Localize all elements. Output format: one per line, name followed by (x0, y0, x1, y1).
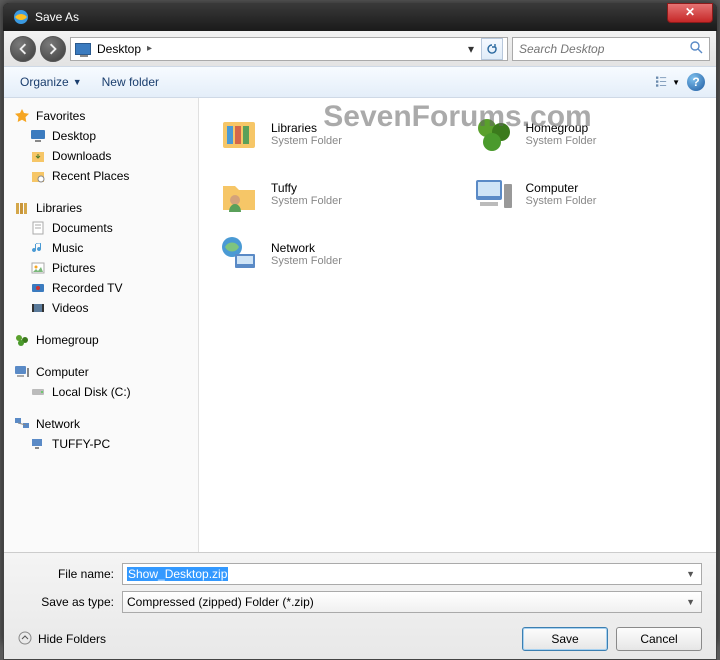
item-homegroup[interactable]: HomegroupSystem Folder (468, 108, 703, 160)
forward-button[interactable] (40, 36, 66, 62)
filename-value[interactable]: Show_Desktop.zip (127, 567, 228, 581)
search-box[interactable] (512, 37, 710, 61)
item-computer[interactable]: ComputerSystem Folder (468, 168, 703, 220)
view-options-button[interactable]: ▼ (656, 70, 680, 94)
sidebar-item-recent[interactable]: Recent Places (8, 166, 194, 186)
homegroup-large-icon (472, 112, 516, 156)
tv-icon (30, 280, 46, 296)
pictures-icon (30, 260, 46, 276)
downloads-icon (30, 148, 46, 164)
desktop-icon (30, 128, 46, 144)
search-icon (689, 40, 703, 57)
sidebar-network[interactable]: Network (8, 414, 194, 434)
toolbar: Organize ▼ New folder ▼ ? (4, 66, 716, 98)
network-large-icon (217, 232, 261, 276)
network-icon (14, 416, 30, 432)
item-network[interactable]: NetworkSystem Folder (213, 228, 448, 280)
sidebar-item-localdisk[interactable]: Local Disk (C:) (8, 382, 194, 402)
sidebar-item-music[interactable]: Music (8, 238, 194, 258)
help-button[interactable]: ? (684, 70, 708, 94)
libraries-large-icon (217, 112, 261, 156)
sidebar-item-videos[interactable]: Videos (8, 298, 194, 318)
recent-icon (30, 168, 46, 184)
window-title: Save As (35, 10, 79, 24)
computer-large-icon (472, 172, 516, 216)
new-folder-button[interactable]: New folder (94, 71, 167, 93)
homegroup-icon (14, 332, 30, 348)
search-input[interactable] (519, 42, 703, 56)
nav-row: Desktop ▸ ▾ (4, 31, 716, 66)
content-area: SevenForums.com LibrariesSystem Folder H… (199, 98, 716, 552)
disk-icon (30, 384, 46, 400)
item-libraries[interactable]: LibrariesSystem Folder (213, 108, 448, 160)
back-button[interactable] (10, 36, 36, 62)
titlebar[interactable]: Save As ✕ (3, 3, 717, 31)
user-folder-large-icon (217, 172, 261, 216)
star-icon (14, 108, 30, 124)
hide-folders-button[interactable]: Hide Folders (18, 631, 106, 648)
videos-icon (30, 300, 46, 316)
sidebar-homegroup[interactable]: Homegroup (8, 330, 194, 350)
save-button[interactable]: Save (522, 627, 608, 651)
libraries-icon (14, 200, 30, 216)
pc-icon (30, 436, 46, 452)
computer-icon (14, 364, 30, 380)
location-text: Desktop (97, 42, 141, 56)
ie-icon (13, 9, 29, 25)
sidebar-item-tuffypc[interactable]: TUFFY-PC (8, 434, 194, 454)
cancel-button[interactable]: Cancel (616, 627, 702, 651)
address-dropdown-icon[interactable]: ▾ (463, 39, 479, 59)
organize-button[interactable]: Organize ▼ (12, 71, 90, 93)
sidebar-item-recordedtv[interactable]: Recorded TV (8, 278, 194, 298)
breadcrumb-arrow-icon[interactable]: ▸ (147, 43, 152, 54)
sidebar: Favorites Desktop Downloads Recent Place… (4, 98, 199, 552)
filename-field[interactable]: Show_Desktop.zip ▼ (122, 563, 702, 585)
close-button[interactable]: ✕ (667, 3, 713, 23)
address-bar[interactable]: Desktop ▸ ▾ (70, 37, 508, 61)
savetype-label: Save as type: (18, 595, 114, 609)
sidebar-item-pictures[interactable]: Pictures (8, 258, 194, 278)
footer: File name: Show_Desktop.zip ▼ Save as ty… (4, 552, 716, 659)
item-user[interactable]: TuffySystem Folder (213, 168, 448, 220)
documents-icon (30, 220, 46, 236)
sidebar-item-downloads[interactable]: Downloads (8, 146, 194, 166)
savetype-field[interactable]: Compressed (zipped) Folder (*.zip) ▼ (122, 591, 702, 613)
chevron-up-icon (18, 631, 32, 648)
savetype-dropdown-icon[interactable]: ▼ (686, 597, 695, 607)
filename-dropdown-icon[interactable]: ▼ (686, 569, 695, 579)
sidebar-item-documents[interactable]: Documents (8, 218, 194, 238)
desktop-icon (75, 43, 91, 55)
refresh-button[interactable] (481, 38, 503, 60)
sidebar-favorites[interactable]: Favorites (8, 106, 194, 126)
sidebar-item-desktop[interactable]: Desktop (8, 126, 194, 146)
savetype-value: Compressed (zipped) Folder (*.zip) (127, 595, 314, 609)
music-icon (30, 240, 46, 256)
filename-label: File name: (18, 567, 114, 581)
sidebar-computer[interactable]: Computer (8, 362, 194, 382)
save-as-dialog: Save As ✕ Desktop ▸ ▾ Organize (3, 3, 717, 645)
sidebar-libraries[interactable]: Libraries (8, 198, 194, 218)
